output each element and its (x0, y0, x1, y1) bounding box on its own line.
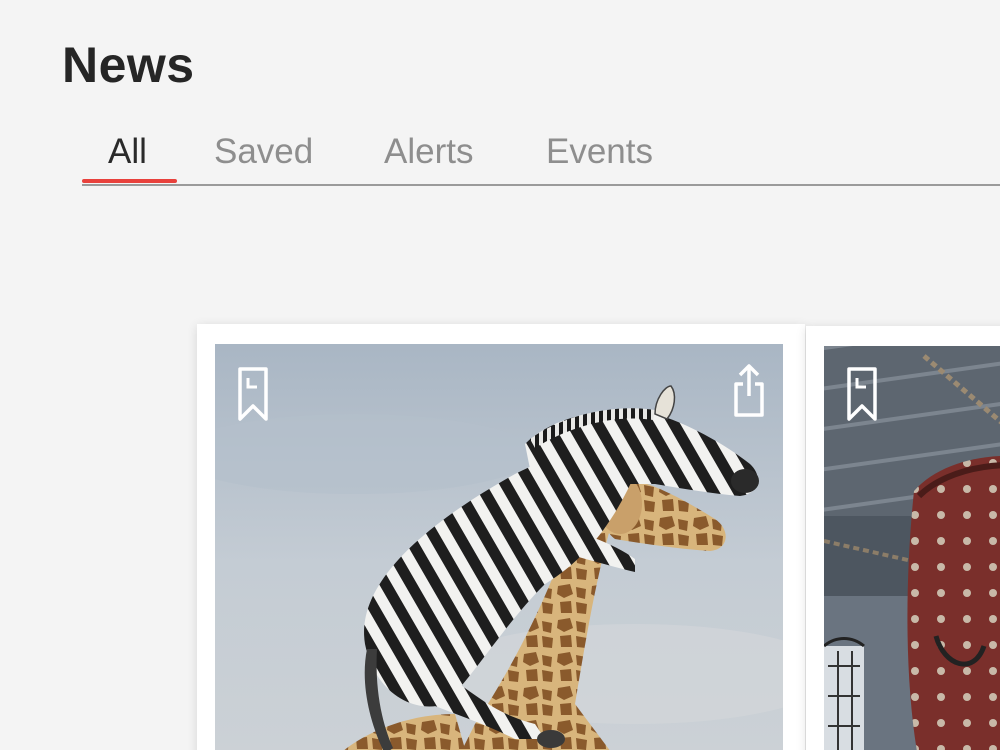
share-icon (734, 364, 764, 417)
bookmark-icon (238, 367, 268, 421)
bookmark-button[interactable] (235, 366, 271, 422)
tab-all[interactable]: All (108, 132, 147, 172)
news-page: News All Saved Alerts Events (0, 0, 1000, 750)
tab-bar: All Saved Alerts Events (82, 128, 1000, 186)
zebra-giraffe-image (215, 344, 783, 750)
card-image[interactable] (215, 344, 783, 750)
tab-saved[interactable]: Saved (214, 132, 313, 172)
news-card-next[interactable] (806, 326, 1000, 750)
active-tab-indicator (82, 179, 177, 183)
news-card[interactable] (197, 324, 805, 750)
page-title: News (62, 37, 195, 93)
bookmark-button[interactable] (844, 366, 880, 422)
bookmark-icon (847, 367, 877, 421)
tab-alerts[interactable]: Alerts (384, 132, 473, 172)
tab-events[interactable]: Events (546, 132, 653, 172)
share-button[interactable] (731, 362, 767, 418)
